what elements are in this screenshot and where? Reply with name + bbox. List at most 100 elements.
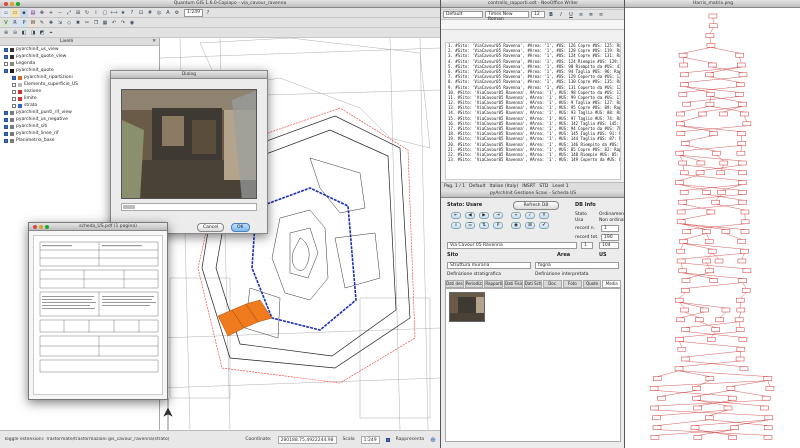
save-record-icon[interactable]: ✓ (525, 212, 535, 219)
label-icon[interactable]: A (164, 9, 172, 17)
us-field[interactable]: 104 (599, 242, 619, 249)
align-right-icon[interactable]: ≡ (597, 11, 605, 19)
close-panel-icon[interactable]: ✕ (152, 38, 156, 46)
grid-icon[interactable]: # (146, 9, 154, 17)
search-icon[interactable]: ⌕ (451, 222, 461, 229)
gis-icon[interactable]: ◉ (511, 222, 521, 229)
add-wms-icon[interactable]: W (29, 18, 37, 27)
add-feature-icon[interactable]: ✚ (47, 19, 55, 27)
zoom-icon[interactable] (45, 224, 49, 229)
layer-checkbox[interactable] (4, 110, 8, 115)
matrix-titlebar[interactable]: Harris_matrix.png (625, 0, 800, 8)
zoom-icon[interactable] (16, 1, 20, 6)
layer-checkbox[interactable] (4, 117, 8, 122)
open-folder-icon[interactable]: ▭ (11, 8, 19, 17)
save-icon[interactable]: ▪ (20, 8, 28, 17)
overview-icon[interactable]: ◧ (20, 29, 28, 37)
refresh-db-button[interactable]: Refresh DB (513, 201, 559, 210)
align-center-icon[interactable]: ≣ (587, 11, 595, 19)
layer-checkbox[interactable] (4, 54, 8, 59)
layer-checkbox[interactable] (4, 124, 8, 129)
db-tab[interactable]: Foto (563, 280, 582, 288)
photo-slider[interactable] (121, 203, 257, 211)
layer-checkbox[interactable] (4, 68, 8, 73)
size-select[interactable]: 12 (531, 11, 545, 18)
stratigraphic-definition-select[interactable]: Struttura muraria (447, 262, 531, 269)
tips-icon[interactable]: ? (128, 9, 136, 17)
layer-checkbox[interactable] (4, 138, 8, 143)
check-icon[interactable]: ✔ (539, 222, 549, 229)
layer-item[interactable]: Legenda (0, 60, 159, 67)
cut-icon[interactable]: ✂ (83, 19, 91, 27)
add-vector-icon[interactable]: V (2, 18, 10, 27)
coords-field[interactable]: 280188.75,4922244.98 (277, 435, 337, 444)
db-tab[interactable]: Periodizzazione (464, 280, 484, 288)
db-tab[interactable]: Dati Sch. (523, 280, 543, 288)
layer-checkbox[interactable] (12, 96, 16, 101)
cancel-button[interactable]: Cancel (197, 223, 225, 232)
writer-ruler[interactable] (441, 20, 624, 30)
minimize-icon[interactable] (10, 1, 14, 6)
add-postgis-icon[interactable]: P (20, 18, 28, 27)
layer-checkbox[interactable] (12, 75, 16, 80)
paste-icon[interactable]: ▦ (101, 19, 109, 27)
capture-icon[interactable]: ◎ (155, 9, 163, 17)
show-all-icon[interactable]: ◨ (29, 29, 37, 37)
nav-first-icon[interactable]: ⇤ (451, 212, 461, 219)
nav-prev-icon[interactable]: ◀ (465, 212, 475, 219)
delete-icon[interactable]: ✖ (74, 19, 82, 27)
layer-checkbox[interactable] (12, 82, 16, 87)
db-tab[interactable]: Quote (582, 280, 602, 288)
sort-icon[interactable]: ⇅ (479, 222, 489, 229)
help-icon[interactable]: ? (204, 9, 212, 17)
print-icon[interactable]: ▤ (29, 8, 37, 17)
writer-titlebar[interactable]: controllo_rapporti.odt - NeoOffice Write… (441, 0, 625, 8)
layer-checkbox[interactable] (4, 131, 8, 136)
pan-icon[interactable]: ✥ (38, 9, 46, 17)
nav-last-icon[interactable]: ⇥ (493, 212, 503, 219)
layer-add-icon[interactable]: ⊕ (2, 29, 10, 37)
underline-icon[interactable]: U (567, 11, 575, 19)
writer-document[interactable]: 1. #Sito: 'ViaCavour05 Ravenna', #Area: … (445, 42, 621, 180)
move-feature-icon[interactable]: ⇲ (56, 19, 64, 27)
font-select[interactable]: Times New Roman (485, 11, 529, 22)
italic-icon[interactable]: I (557, 11, 565, 19)
delete-record-icon[interactable]: ✕ (539, 212, 549, 219)
scale-input[interactable]: 1:249 (184, 8, 203, 17)
zoom-out-icon[interactable]: − (56, 9, 64, 17)
layer-checkbox[interactable] (4, 61, 8, 66)
site-field[interactable]: Via Cavour 05 Ravenna (447, 242, 577, 249)
minimize-icon[interactable] (39, 224, 43, 229)
layer-remove-icon[interactable]: ⊖ (11, 29, 19, 37)
pdf-titlebar[interactable]: scheda_US.pdf (1 pagina) (29, 223, 167, 231)
media-thumbnail[interactable] (449, 292, 485, 322)
photo-dialog-titlebar[interactable]: Dialog (111, 71, 267, 79)
redo-icon[interactable]: ↷ (119, 19, 127, 27)
pyarchinit-icon[interactable]: ◉ (128, 19, 136, 27)
interpreted-definition-select[interactable]: fogna (535, 262, 619, 269)
db-tab[interactable]: Rapporti Strati. (484, 280, 504, 288)
new-record-icon[interactable]: + (511, 212, 521, 219)
ok-button[interactable]: OK (231, 223, 250, 232)
layer-item[interactable]: pyarchinit_quote_view (0, 53, 159, 60)
close-icon[interactable] (4, 1, 8, 6)
hide-all-icon[interactable]: ◩ (38, 29, 46, 37)
new-project-icon[interactable]: ▫ (2, 8, 10, 17)
copy-icon[interactable]: ❐ (92, 19, 100, 27)
db-tab[interactable]: Media (602, 280, 622, 288)
render-checkbox[interactable] (385, 437, 390, 442)
snap-icon[interactable]: ⌖ (47, 29, 55, 37)
nav-next-icon[interactable]: ▶ (479, 212, 489, 219)
align-left-icon[interactable]: ≡ (577, 11, 585, 19)
db-titlebar[interactable]: pyArchInit Gestione Scavi - Scheda US (441, 190, 625, 198)
select-icon[interactable]: ▢ (101, 9, 109, 17)
db-tab[interactable]: Dati Fisici (504, 280, 523, 288)
slider-thumb[interactable] (123, 205, 135, 209)
measure-icon[interactable]: ⟷ (110, 9, 118, 17)
layer-checkbox[interactable] (12, 103, 16, 108)
edit-icon[interactable]: ✎ (38, 19, 46, 27)
plugin-icon[interactable]: ⚙ (173, 9, 181, 17)
identify-icon[interactable]: i (92, 9, 100, 17)
area-field[interactable]: 1 (581, 242, 593, 249)
matrix-icon[interactable]: ⊞ (525, 222, 535, 229)
